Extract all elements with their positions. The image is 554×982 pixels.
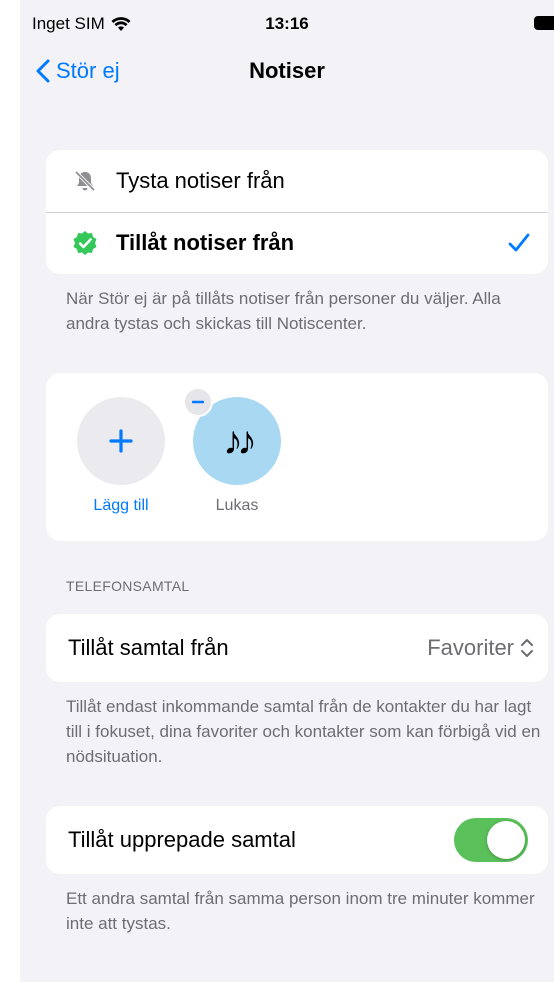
allow-calls-label: Tillåt samtal från bbox=[68, 635, 229, 660]
add-avatar bbox=[77, 397, 165, 485]
avatar: ♪♪ bbox=[183, 387, 281, 485]
repeated-calls-row: Tillåt upprepade samtal bbox=[46, 806, 548, 874]
allow-calls-picker[interactable]: Favoriter bbox=[427, 635, 534, 661]
allow-calls-value: Favoriter bbox=[427, 635, 514, 660]
minus-icon bbox=[192, 400, 204, 404]
allow-option-label: Tillåt notiser från bbox=[116, 230, 295, 255]
remove-contact-button[interactable] bbox=[183, 387, 213, 417]
calls-card: Tillåt samtal från Favoriter bbox=[46, 614, 548, 682]
calls-footer: Tillåt endast inkommande samtal från de … bbox=[66, 697, 541, 766]
bell-slash-icon bbox=[72, 168, 98, 194]
people-card: Lägg till ♪♪ Lukas bbox=[46, 373, 548, 541]
silence-option-row[interactable]: Tysta notiser från bbox=[46, 150, 548, 212]
repeated-calls-footer: Ett andra samtal från samma person inom … bbox=[66, 889, 535, 933]
repeated-calls-card: Tillåt upprepade samtal bbox=[46, 806, 548, 874]
navigation-bar: Stör ej Notiser bbox=[20, 50, 554, 94]
status-bar: Inget SIM 13:16 bbox=[20, 0, 554, 44]
mode-footer: När Stör ej är på tillåts notiser från p… bbox=[66, 289, 501, 333]
repeated-calls-toggle[interactable] bbox=[454, 818, 528, 862]
silence-option-label: Tysta notiser från bbox=[116, 168, 285, 193]
repeated-calls-label: Tillåt upprepade samtal bbox=[68, 827, 296, 852]
section-header: TELEFONSAMTAL bbox=[66, 578, 190, 594]
mode-card: Tysta notiser från Tillåt notiser från bbox=[46, 150, 548, 274]
contact-name: Lukas bbox=[215, 497, 259, 514]
chevron-updown-icon bbox=[521, 639, 533, 657]
allow-option-row[interactable]: Tillåt notiser från bbox=[46, 212, 548, 274]
verified-badge-icon bbox=[72, 230, 98, 256]
toggle-knob bbox=[487, 821, 525, 859]
add-person-label: Lägg till bbox=[93, 497, 149, 514]
settings-screen: Inget SIM 13:16 Stör ej Notiser Tysta no… bbox=[20, 0, 554, 982]
checkmark-icon bbox=[508, 233, 530, 252]
allow-calls-row[interactable]: Tillåt samtal från Favoriter bbox=[46, 614, 548, 682]
clock: 13:16 bbox=[265, 14, 309, 33]
plus-icon bbox=[109, 429, 133, 453]
battery-icon bbox=[534, 16, 554, 30]
page-title: Notiser bbox=[249, 58, 325, 83]
avatar-glyph: ♪♪ bbox=[223, 418, 257, 463]
contact-lukas[interactable]: ♪♪ Lukas bbox=[183, 387, 282, 515]
add-person-button[interactable]: Lägg till bbox=[76, 397, 166, 515]
